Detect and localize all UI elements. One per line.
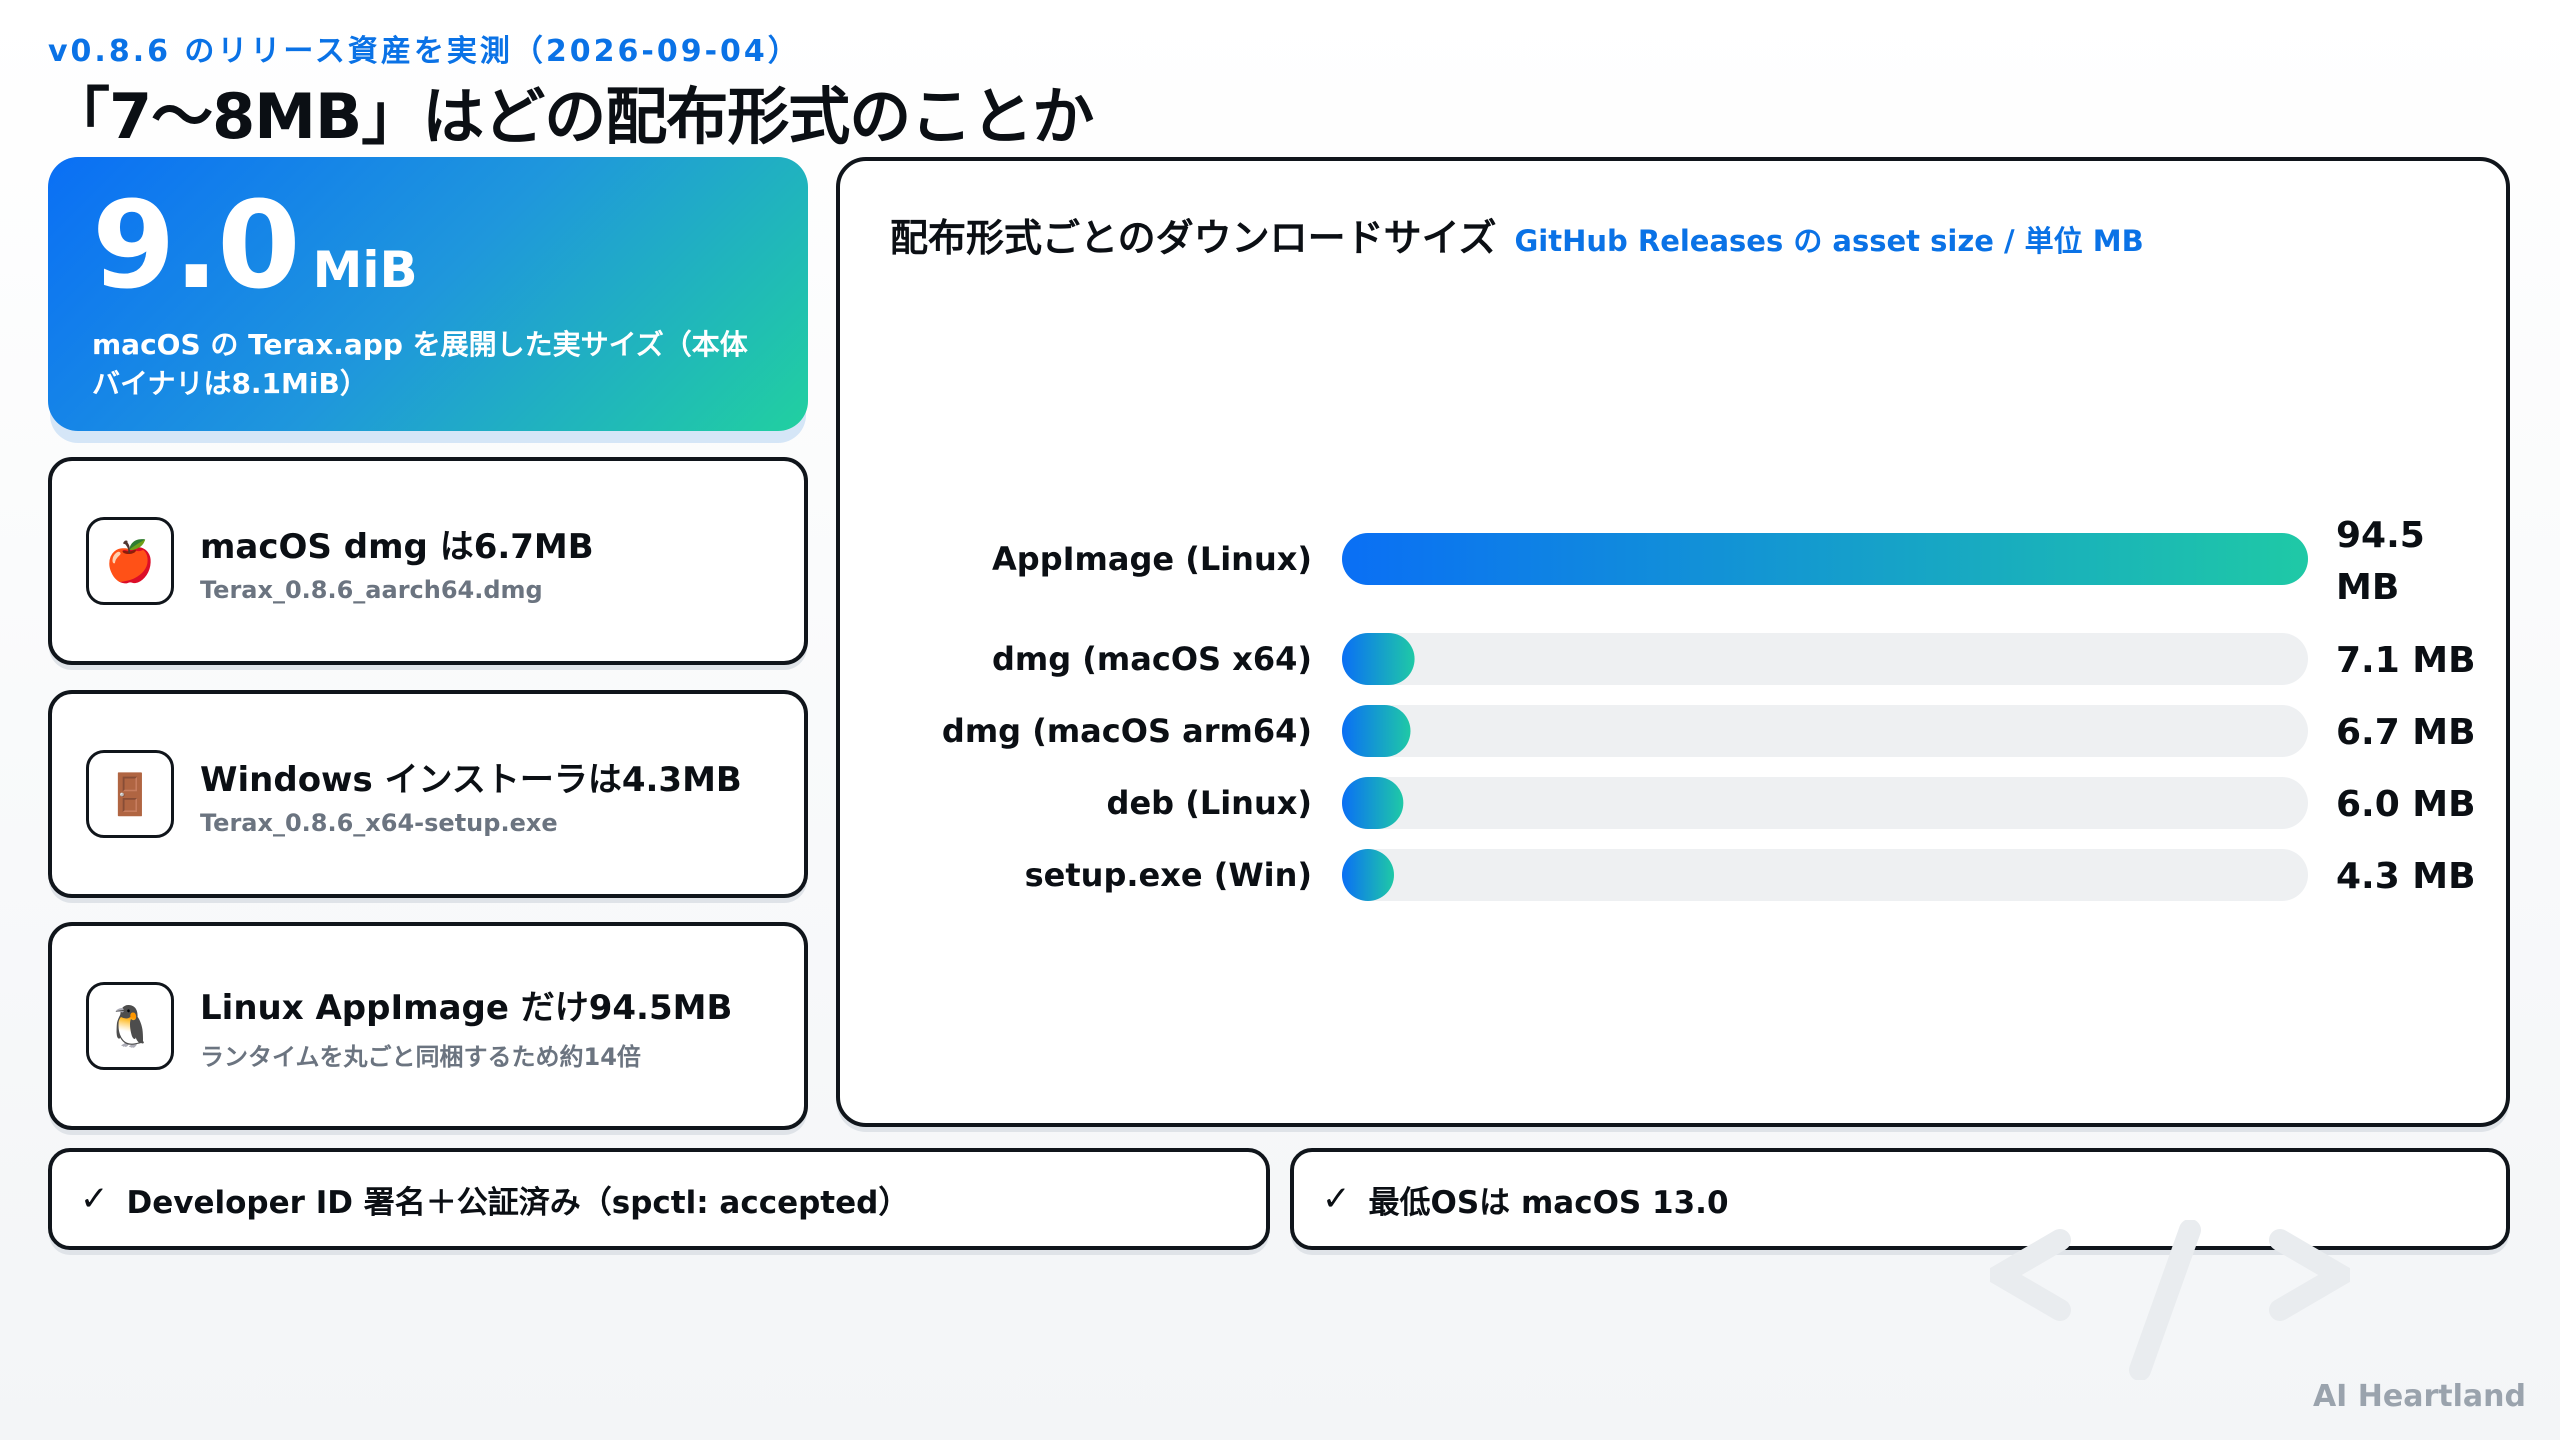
note-text: Developer ID 署名＋公証済み（spctl: accepted） xyxy=(126,1184,910,1221)
value-label: 7.1 MB xyxy=(2336,640,2476,681)
check-icon: ✓ xyxy=(80,1179,109,1219)
note-signed: ✓ Developer ID 署名＋公証済み（spctl: accepted） xyxy=(48,1148,1270,1250)
bar-track xyxy=(1342,777,2308,829)
window-icon: 🚪 xyxy=(86,750,174,838)
note-text: 最低OSは macOS 13.0 xyxy=(1368,1184,1729,1221)
chart-panel: 配布形式ごとのダウンロードサイズ GitHub Releases の asset… xyxy=(836,157,2510,1127)
category-label: AppImage (Linux) xyxy=(992,540,1312,578)
bar-chart: AppImage (Linux) 94.5 MB dmg (macOS x64) 7.1… xyxy=(942,515,2476,901)
bar-track xyxy=(1342,633,2308,685)
check-icon: ✓ xyxy=(1322,1179,1351,1219)
category-label: dmg (macOS x64) xyxy=(992,640,1312,678)
fact-subtitle: Terax_0.8.6_aarch64.dmg xyxy=(200,575,543,604)
hero-description: macOS の Terax.app を展開した実サイズ（本体バイナリは8.1Mi… xyxy=(92,328,748,401)
category-label: setup.exe (Win) xyxy=(1025,856,1312,894)
bar xyxy=(1342,705,1411,757)
fact-text: Linux AppImage だけ94.5MB ランタイムを丸ごと同梱するため約… xyxy=(200,980,732,1072)
hero-number: 9.0 xyxy=(92,177,301,316)
bar-track xyxy=(1342,705,2308,757)
value-label: 4.3 MB xyxy=(2336,856,2476,897)
bar xyxy=(1342,777,1404,829)
bar xyxy=(1342,849,1394,901)
value-label: 6.7 MB xyxy=(2336,712,2476,753)
fact-title: Windows インストーラは4.3MB xyxy=(200,759,742,800)
value-label: 6.0 MB xyxy=(2336,784,2476,825)
penguin-icon: 🐧 xyxy=(86,982,174,1070)
brand-watermark: AI Heartland xyxy=(2312,1379,2526,1414)
fact-text: Windows インストーラは4.3MB Terax_0.8.6_x64-set… xyxy=(200,752,742,837)
category-label: dmg (macOS arm64) xyxy=(942,712,1312,750)
page-title: 「7〜8MB」はどの配布形式のことか xyxy=(48,80,1094,153)
hero-value-row: 9.0 MiB xyxy=(92,187,764,307)
fact-subtitle: Terax_0.8.6_x64-setup.exe xyxy=(200,808,558,837)
fact-card-linux: 🐧 Linux AppImage だけ94.5MB ランタイムを丸ごと同梱するた… xyxy=(48,922,808,1130)
bar xyxy=(1342,633,1415,685)
fact-card-windows: 🚪 Windows インストーラは4.3MB Terax_0.8.6_x64-s… xyxy=(48,690,808,898)
note-min-os: ✓ 最低OSは macOS 13.0 xyxy=(1290,1148,2510,1250)
category-label: deb (Linux) xyxy=(1107,784,1312,822)
hero-unit: MiB xyxy=(312,241,418,299)
fact-title: Linux AppImage だけ94.5MB xyxy=(200,988,733,1028)
value-label: 94.5 MB xyxy=(2336,515,2425,608)
release-eyebrow: v0.8.6 のリリース資産を実測（2026-09-04） xyxy=(48,34,801,69)
fact-text: macOS dmg は6.7MB Terax_0.8.6_aarch64.dmg xyxy=(200,519,594,604)
bar-track xyxy=(1342,849,2308,901)
fact-subtitle: ランタイムを丸ごと同梱するため約14倍 xyxy=(200,1043,641,1071)
fact-card-macos: 🍎 macOS dmg は6.7MB Terax_0.8.6_aarch64.d… xyxy=(48,457,808,665)
apple-icon: 🍎 xyxy=(86,517,174,605)
bar xyxy=(1342,533,2308,585)
fact-title: macOS dmg は6.7MB xyxy=(200,526,594,567)
hero-card: 9.0 MiB macOS の Terax.app を展開した実サイズ（本体バイ… xyxy=(48,157,808,431)
